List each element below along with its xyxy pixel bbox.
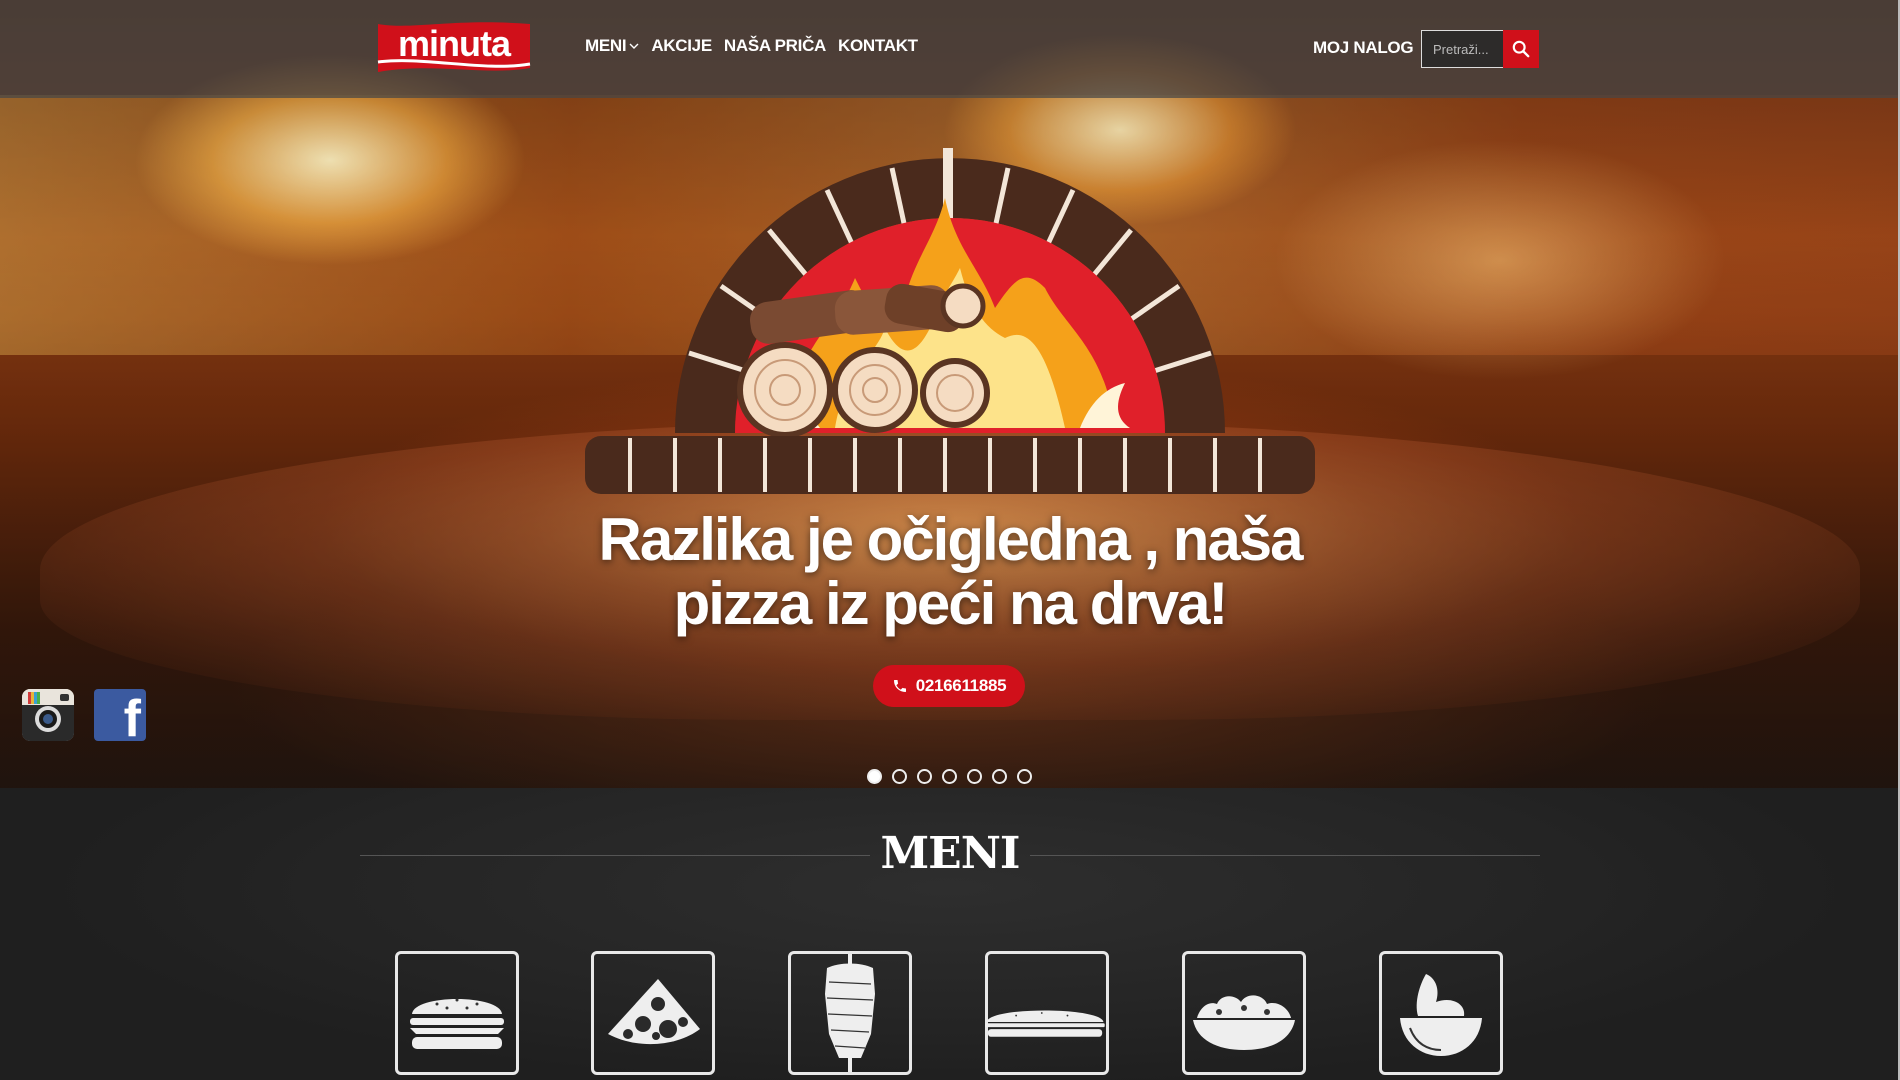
- slider-dot-2[interactable]: [892, 769, 907, 784]
- sauce-icon: [1400, 974, 1482, 1056]
- gyros-icon: [825, 954, 875, 1072]
- minuta-logo[interactable]: minuta: [374, 16, 534, 80]
- nav-akcije[interactable]: AKCIJE: [651, 36, 712, 56]
- slider-dot-1[interactable]: [867, 769, 882, 784]
- site-header: minuta MENI AKCIJE NAŠA PRIČA KONTAKT MO…: [0, 0, 1900, 98]
- main-nav: MENI AKCIJE NAŠA PRIČA KONTAKT: [585, 36, 918, 56]
- hero-tagline-line2: pizza iz peći na drva!: [673, 570, 1229, 637]
- phone-icon: [893, 680, 906, 692]
- burger-icon: [410, 998, 504, 1049]
- slider-dot-3[interactable]: [917, 769, 932, 784]
- search-button[interactable]: [1503, 30, 1539, 68]
- sandwich-icon: [985, 1010, 1105, 1037]
- slider-dot-6[interactable]: [992, 769, 1007, 784]
- slider-dot-7[interactable]: [1017, 769, 1032, 784]
- wood-oven-illustration: [585, 148, 1315, 494]
- search-form: [1421, 30, 1539, 68]
- nav-nasa-prica[interactable]: NAŠA PRIČA: [724, 36, 826, 56]
- logo-text: minuta: [398, 23, 512, 64]
- search-icon: [1512, 40, 1530, 58]
- slider-dot-4[interactable]: [942, 769, 957, 784]
- salad-icon: [1193, 995, 1295, 1050]
- nav-meni[interactable]: MENI: [585, 36, 639, 56]
- instagram-icon[interactable]: [22, 689, 74, 741]
- menu-category-sandwich[interactable]: [985, 951, 1109, 1075]
- menu-section-title: MENI: [880, 828, 1020, 879]
- menu-category-salad[interactable]: [1182, 951, 1306, 1075]
- my-account-link[interactable]: MOJ NALOG: [1313, 38, 1414, 58]
- nav-kontakt[interactable]: KONTAKT: [838, 36, 918, 56]
- menu-category-sauces[interactable]: [1379, 951, 1503, 1075]
- menu-category-burger[interactable]: [395, 951, 519, 1075]
- menu-category-gyros[interactable]: [788, 951, 912, 1075]
- phone-number: 0216611885: [915, 676, 1007, 695]
- facebook-icon[interactable]: f: [94, 689, 146, 745]
- menu-category-pizza[interactable]: [591, 951, 715, 1075]
- chevron-down-icon: [629, 43, 639, 49]
- hero-tagline: Razlika je očigledna , naša pizza iz peć…: [500, 508, 1400, 636]
- call-phone-button[interactable]: 0216611885: [873, 665, 1025, 707]
- hero-tagline-line1: Razlika je očigledna , naša: [598, 506, 1304, 573]
- slider-dot-5[interactable]: [967, 769, 982, 784]
- search-input[interactable]: [1421, 30, 1503, 68]
- slider-pagination: [867, 769, 1032, 784]
- pizza-slice-icon: [608, 979, 700, 1045]
